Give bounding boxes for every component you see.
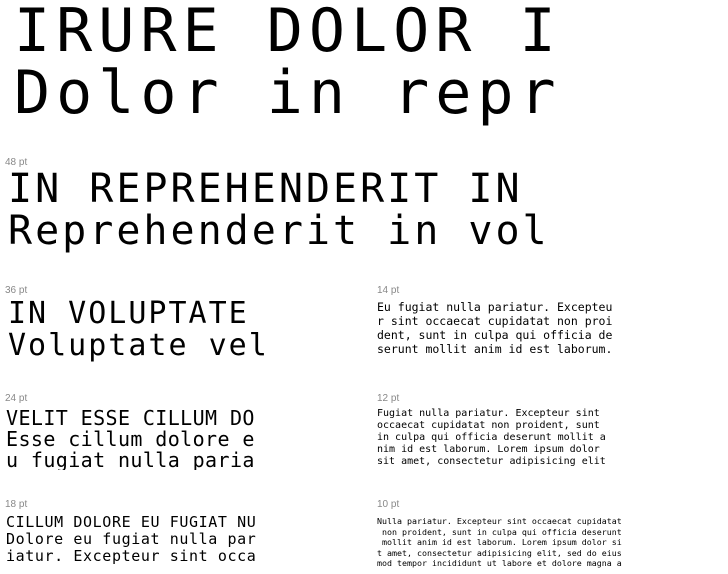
- specimen-18pt-text-line: Dolore eu fugiat nulla par: [6, 530, 257, 548]
- type-specimen-page: IRURE DOLOR I Dolor in repr 48 pt IN REP…: [0, 0, 728, 574]
- specimen-14pt: Eu fugiat nulla pariatur. Excepteu r sin…: [377, 300, 728, 362]
- specimen-72pt-uppercase-line: IRURE DOLOR I: [14, 0, 562, 66]
- specimen-24pt-text-line: u fugiat nulla paria: [6, 448, 255, 471]
- specimen-18pt-uppercase-line: CILLUM DOLORE EU FUGIAT NU: [6, 514, 257, 531]
- specimen-12pt-text-line: sit amet, consectetur adipisicing elit: [377, 456, 606, 467]
- specimen-12pt-text-line: occaecat cupidatat non proident, sunt: [377, 420, 600, 431]
- specimen-24pt-uppercase-line: VELIT ESSE CILLUM DO: [6, 408, 255, 430]
- specimen-10pt-text-line: Nulla pariatur. Excepteur sint occaecat …: [377, 516, 622, 526]
- size-label-12pt: 12 pt: [377, 393, 400, 404]
- size-label-48pt: 48 pt: [5, 157, 28, 168]
- specimen-14pt-text-line: dent, sunt in culpa qui officia de: [377, 328, 613, 342]
- specimen-14pt-text-line: serunt mollit anim id est laborum.: [377, 342, 613, 356]
- specimen-12pt: Fugiat nulla pariatur. Excepteur sint oc…: [377, 408, 728, 470]
- specimen-48pt-uppercase-line: IN REPREHENDERIT IN: [8, 168, 523, 212]
- specimen-10pt-text-line: t amet, consectetur adipisicing elit, se…: [377, 547, 622, 558]
- specimen-12pt-text-line: in culpa qui officia deserunt mollit a: [377, 432, 606, 443]
- specimen-10pt-text-line: mollit anim id est laborum. Lorem ipsum …: [377, 537, 622, 547]
- specimen-12pt-text-line: Fugiat nulla pariatur. Excepteur sint: [377, 408, 600, 419]
- specimen-24pt: VELIT ESSE CILLUM DO Esse cillum dolore …: [6, 408, 346, 470]
- specimen-10pt-text-line: mod tempor incididunt ut labore et dolor…: [377, 558, 622, 568]
- specimen-36pt-uppercase-line: IN VOLUPTATE: [8, 298, 249, 331]
- size-label-36pt: 36 pt: [5, 285, 28, 296]
- specimen-72pt: IRURE DOLOR I Dolor in repr: [14, 0, 728, 140]
- size-label-24pt: 24 pt: [5, 393, 28, 404]
- specimen-14pt-text-line: r sint occaecat cupidatat non proi: [377, 314, 613, 328]
- specimen-18pt-text-line: iatur. Excepteur sint occa: [6, 547, 257, 565]
- specimen-36pt-mixedcase-line: Voluptate vel: [8, 328, 269, 363]
- specimen-48pt: IN REPREHENDERIT IN Reprehenderit in vol: [8, 168, 728, 260]
- specimen-12pt-text-line: nim id est laborum. Lorem ipsum dolor: [377, 444, 600, 455]
- specimen-36pt: IN VOLUPTATE Voluptate vel: [8, 298, 353, 368]
- specimen-72pt-mixedcase-line: Dolor in repr: [14, 58, 562, 128]
- specimen-14pt-text-line: Eu fugiat nulla pariatur. Excepteu: [377, 300, 613, 314]
- specimen-10pt: Nulla pariatur. Excepteur sint occaecat …: [377, 516, 728, 574]
- specimen-18pt: CILLUM DOLORE EU FUGIAT NU Dolore eu fug…: [6, 514, 346, 574]
- size-label-10pt: 10 pt: [377, 499, 400, 510]
- specimen-10pt-text-line: non proident, sunt in culpa qui officia …: [377, 526, 622, 537]
- specimen-24pt-text-line: Esse cillum dolore e: [6, 427, 255, 451]
- size-label-18pt: 18 pt: [5, 499, 28, 510]
- size-label-14pt: 14 pt: [377, 285, 400, 296]
- specimen-48pt-mixedcase-line: Reprehenderit in vol: [8, 208, 550, 254]
